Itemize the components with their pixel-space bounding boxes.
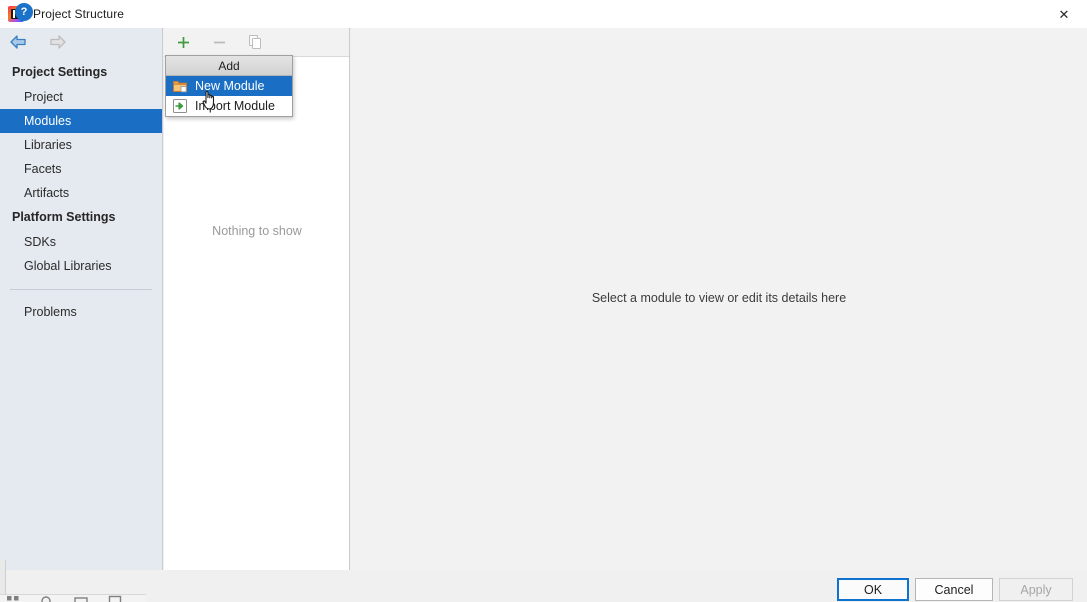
sidebar-item-artifacts[interactable]: Artifacts: [0, 181, 162, 205]
cancel-button[interactable]: Cancel: [915, 578, 993, 601]
sidebar-item-modules[interactable]: Modules: [0, 109, 162, 133]
window-title: Project Structure: [33, 7, 125, 21]
app-icon-taskbar[interactable]: [108, 595, 122, 602]
detail-placeholder-message: Select a module to view or edit its deta…: [591, 291, 847, 305]
import-arrow-icon: [172, 98, 188, 114]
add-popup-menu: Add New Module Import Module: [165, 55, 293, 117]
sidebar-item-project[interactable]: Project: [0, 85, 162, 109]
arrow-right-icon: [46, 33, 68, 51]
folder-new-icon: [172, 78, 188, 94]
modules-empty-message: Nothing to show: [212, 224, 302, 238]
search-icon[interactable]: [40, 595, 54, 602]
task-view-icon[interactable]: [74, 595, 88, 602]
sidebar-divider: [10, 289, 152, 290]
module-detail-panel: Select a module to view or edit its deta…: [351, 28, 1087, 570]
settings-sidebar: Project Settings Project Modules Librari…: [0, 28, 163, 570]
close-icon[interactable]: ✕: [1041, 0, 1087, 28]
sidebar-group-project-settings: Project Settings: [12, 65, 108, 79]
sidebar-item-libraries[interactable]: Libraries: [0, 133, 162, 157]
menu-item-new-module[interactable]: New Module: [166, 76, 292, 96]
sidebar-item-sdks[interactable]: SDKs: [0, 230, 162, 254]
copy-icon: [245, 32, 265, 52]
ok-button[interactable]: OK: [837, 578, 909, 601]
taskbar-sliver: [0, 594, 146, 602]
menu-item-import-module[interactable]: Import Module: [166, 96, 292, 116]
menu-item-label: New Module: [195, 79, 265, 93]
sidebar-item-problems[interactable]: Problems: [0, 300, 162, 324]
sidebar-group-platform-settings: Platform Settings: [12, 210, 116, 224]
modules-toolbar: [164, 28, 349, 57]
minus-icon: [209, 32, 229, 52]
arrow-left-icon[interactable]: [8, 33, 30, 51]
sidebar-item-facets[interactable]: Facets: [0, 157, 162, 181]
title-bar: Project Structure ✕: [0, 0, 1087, 29]
sidebar-nav-row: [0, 28, 162, 56]
plus-icon[interactable]: [173, 32, 193, 52]
sidebar-list: Project Settings Project Modules Librari…: [0, 60, 162, 324]
sidebar-item-global-libraries[interactable]: Global Libraries: [0, 254, 162, 278]
add-popup-header: Add: [166, 56, 292, 76]
help-icon[interactable]: ?: [15, 3, 33, 21]
apply-button: Apply: [999, 578, 1073, 601]
menu-item-label: Import Module: [195, 99, 275, 113]
grid-icon[interactable]: [6, 595, 20, 602]
project-structure-dialog: Project Structure ✕ Project Settings Pro…: [0, 0, 1087, 602]
